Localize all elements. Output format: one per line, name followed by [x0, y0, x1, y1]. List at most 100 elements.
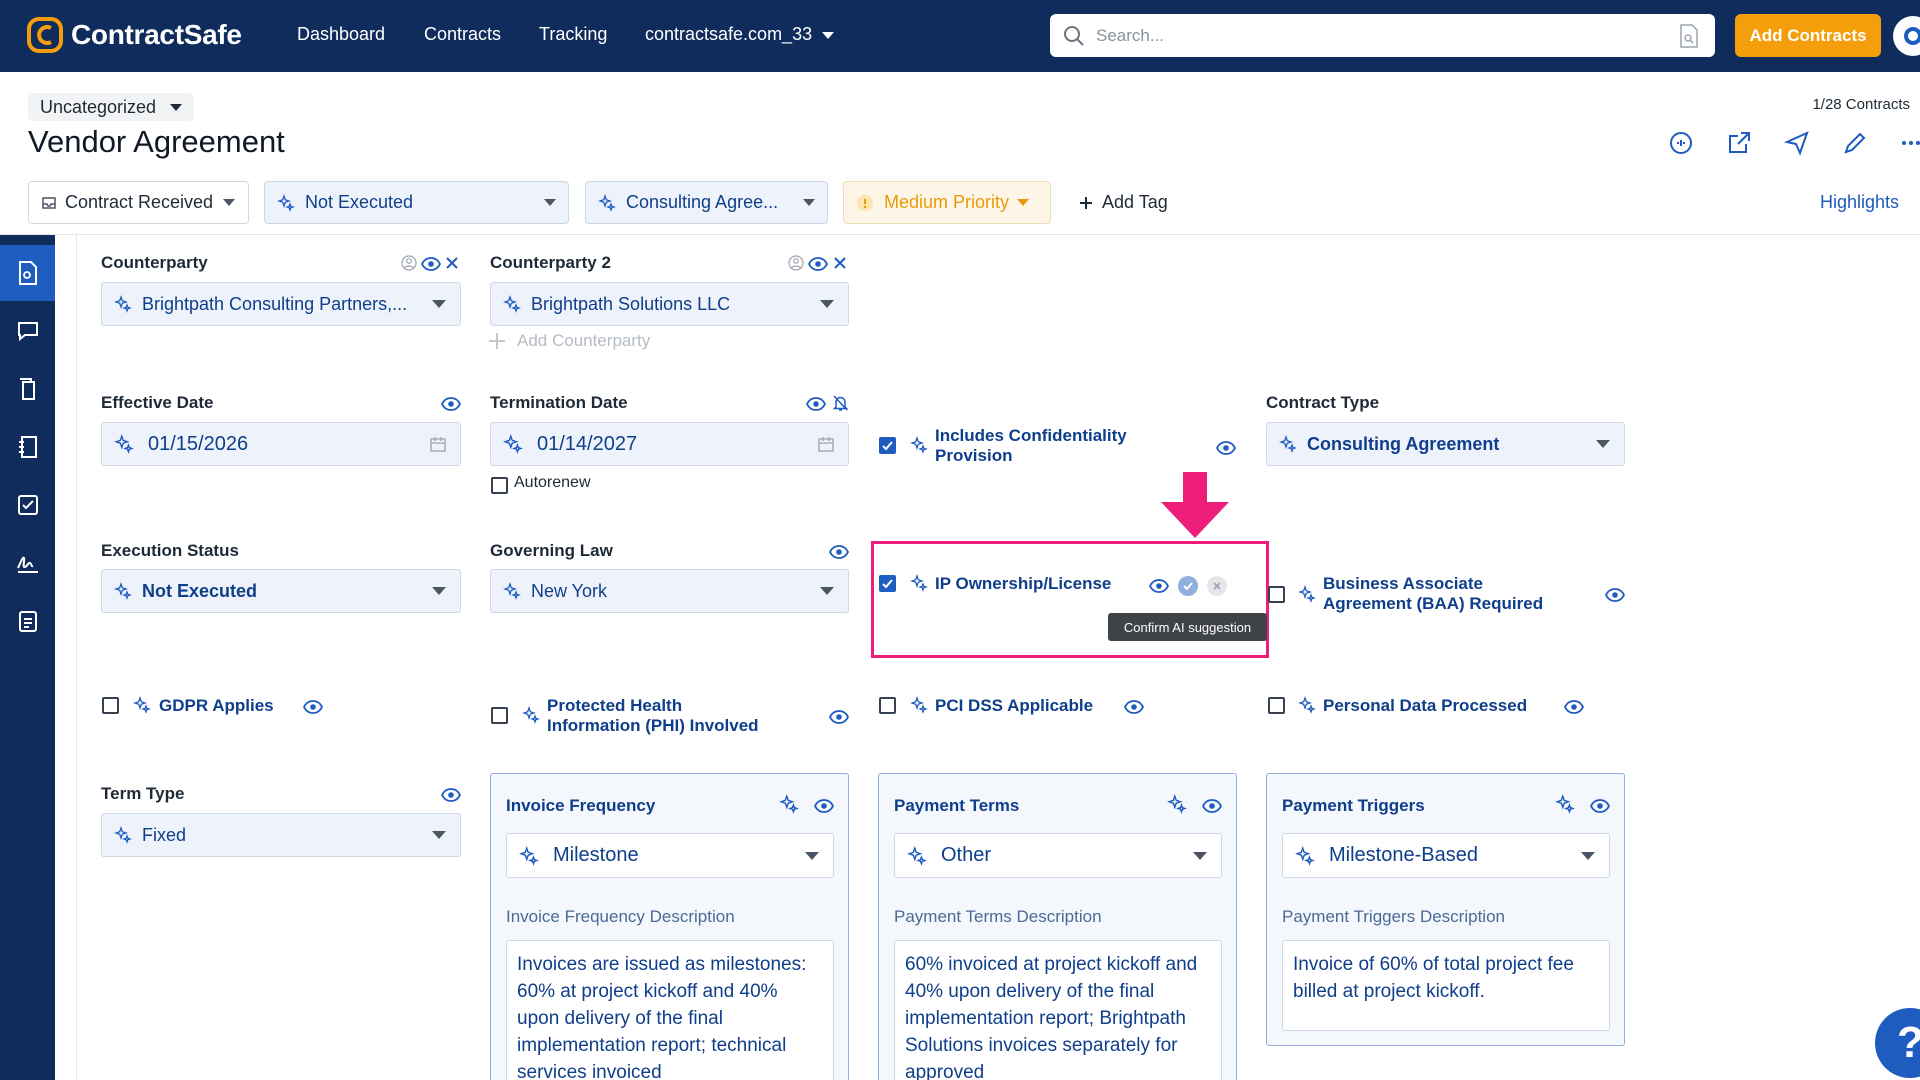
pci-label: PCI DSS Applicable — [935, 696, 1094, 715]
sidebar-item-details[interactable] — [0, 245, 55, 301]
ai-sparkle-icon[interactable] — [1167, 794, 1187, 814]
eye-icon[interactable] — [1590, 799, 1610, 813]
checkmark-icon — [882, 579, 893, 589]
description-textarea[interactable]: 60% invoiced at project kickoff and 40% … — [894, 940, 1222, 1080]
category-select[interactable]: Uncategorized — [28, 93, 195, 121]
baa-checkbox[interactable] — [1268, 586, 1285, 603]
pci-checkbox[interactable] — [879, 697, 896, 714]
comment-icon — [17, 322, 38, 342]
logo[interactable]: ContractSafe — [27, 17, 242, 53]
add-tag-label: Add Tag — [1102, 192, 1168, 212]
ai-sparkle-icon[interactable] — [1555, 794, 1575, 814]
execution-select[interactable]: Not Executed — [264, 181, 569, 224]
eye-icon[interactable] — [1216, 441, 1236, 455]
sidebar-item-comments[interactable] — [0, 303, 55, 359]
bell-off-icon[interactable] — [832, 394, 849, 412]
counterparty2-select[interactable]: Brightpath Solutions LLC — [490, 282, 849, 326]
gdpr-checkbox[interactable] — [102, 697, 119, 714]
eye-icon[interactable] — [814, 799, 834, 813]
external-link-icon[interactable] — [1726, 130, 1752, 156]
sidebar-item-documents[interactable] — [0, 361, 55, 417]
add-counterparty-button[interactable]: Add Counterparty — [487, 331, 650, 351]
term-type-select[interactable]: Fixed — [101, 813, 461, 857]
eye-icon[interactable] — [806, 397, 826, 411]
ip-ownership-checkbox[interactable] — [879, 575, 896, 592]
invoice-frequency-select[interactable]: Milestone — [506, 833, 834, 878]
close-icon[interactable] — [833, 256, 847, 270]
highlights-toggle[interactable]: Highlights — [1820, 192, 1899, 213]
term-type-label: Term Type — [101, 784, 185, 803]
close-icon[interactable] — [445, 256, 459, 270]
nav-dashboard[interactable]: Dashboard — [297, 24, 385, 45]
confirm-ai-suggestion-button[interactable] — [1178, 576, 1198, 596]
sidebar-item-notes[interactable] — [0, 419, 55, 475]
clipboard-icon — [18, 611, 37, 632]
ai-sparkle-icon — [503, 295, 521, 313]
contract-type-select[interactable]: Consulting Agreement — [1266, 422, 1625, 466]
nav-contracts[interactable]: Contracts — [424, 24, 501, 45]
eye-icon[interactable] — [1564, 700, 1584, 714]
payment-triggers-card: Payment Triggers Milestone-Based Payment… — [1266, 773, 1625, 1046]
check-icon — [1183, 582, 1193, 591]
eye-icon[interactable] — [421, 257, 441, 271]
description-textarea[interactable]: Invoices are issued as milestones: 60% a… — [506, 940, 834, 1080]
edit-pencil-icon[interactable] — [1842, 130, 1868, 156]
execution-status-select[interactable]: Not Executed — [101, 569, 461, 613]
caret-down-icon — [432, 300, 446, 308]
person-icon[interactable] — [788, 255, 804, 271]
personal-data-label: Personal Data Processed — [1323, 696, 1528, 715]
document-search-icon[interactable] — [1679, 24, 1699, 48]
sidebar-item-clipboard[interactable] — [0, 593, 55, 649]
ai-sparkle-icon[interactable] — [779, 794, 799, 814]
type-select[interactable]: Consulting Agree... — [585, 181, 828, 224]
more-options-icon[interactable] — [1898, 130, 1920, 156]
governing-law-select[interactable]: New York — [490, 569, 849, 613]
eye-icon[interactable] — [441, 788, 461, 802]
ai-chat-icon[interactable] — [1668, 130, 1694, 156]
eye-icon[interactable] — [441, 397, 461, 411]
account-switcher[interactable]: contractsafe.com_33 — [645, 24, 835, 45]
effective-date-input[interactable]: 01/15/2026 — [101, 422, 461, 466]
eye-icon[interactable] — [303, 700, 323, 714]
eye-icon[interactable] — [1605, 588, 1625, 602]
eye-icon[interactable] — [1202, 799, 1222, 813]
confidentiality-checkbox[interactable] — [879, 437, 896, 454]
eye-icon[interactable] — [1149, 579, 1169, 593]
sidebar-item-signatures[interactable] — [0, 535, 55, 591]
execution-status-label: Execution Status — [101, 541, 239, 560]
add-contracts-button[interactable]: Add Contracts — [1735, 14, 1881, 57]
payment-triggers-select[interactable]: Milestone-Based — [1282, 833, 1610, 878]
reject-ai-suggestion-button[interactable] — [1207, 576, 1227, 596]
eye-icon[interactable] — [829, 545, 849, 559]
calendar-icon[interactable] — [818, 436, 834, 452]
autorenew-checkbox[interactable] — [491, 477, 508, 494]
help-button[interactable]: ? — [1875, 1008, 1920, 1078]
add-tag-button[interactable]: Add Tag — [1078, 192, 1168, 213]
person-icon[interactable] — [401, 255, 417, 271]
description-textarea[interactable]: Invoice of 60% of total project fee bill… — [1282, 940, 1610, 1031]
select-value: Milestone-Based — [1329, 844, 1478, 866]
ai-sparkle-icon — [1295, 845, 1315, 866]
settings-button[interactable] — [1893, 16, 1920, 56]
send-icon[interactable] — [1784, 130, 1810, 156]
eye-icon[interactable] — [808, 257, 828, 271]
eye-icon[interactable] — [829, 710, 849, 724]
execution-status-value: Not Executed — [142, 580, 258, 601]
termination-date-input[interactable]: 01/14/2027 — [490, 422, 849, 466]
eye-icon[interactable] — [1124, 700, 1144, 714]
phi-checkbox[interactable] — [491, 707, 508, 724]
search-bar — [1050, 14, 1715, 57]
payment-terms-select[interactable]: Other — [894, 833, 1222, 878]
caret-down-icon — [170, 103, 183, 111]
nav-tracking[interactable]: Tracking — [539, 24, 607, 45]
invoice-frequency-card: Invoice Frequency Milestone Invoice Freq… — [490, 773, 849, 1080]
gear-icon — [1904, 27, 1920, 45]
personal-data-checkbox[interactable] — [1268, 697, 1285, 714]
card-title: Payment Terms — [894, 796, 1020, 815]
sidebar-item-tasks[interactable] — [0, 477, 55, 533]
counterparty-select[interactable]: Brightpath Consulting Partners,... — [101, 282, 461, 326]
priority-select[interactable]: Medium Priority — [843, 181, 1051, 224]
search-input[interactable] — [1096, 22, 1656, 49]
calendar-icon[interactable] — [430, 436, 446, 452]
stage-select[interactable]: Contract Received — [28, 181, 249, 224]
